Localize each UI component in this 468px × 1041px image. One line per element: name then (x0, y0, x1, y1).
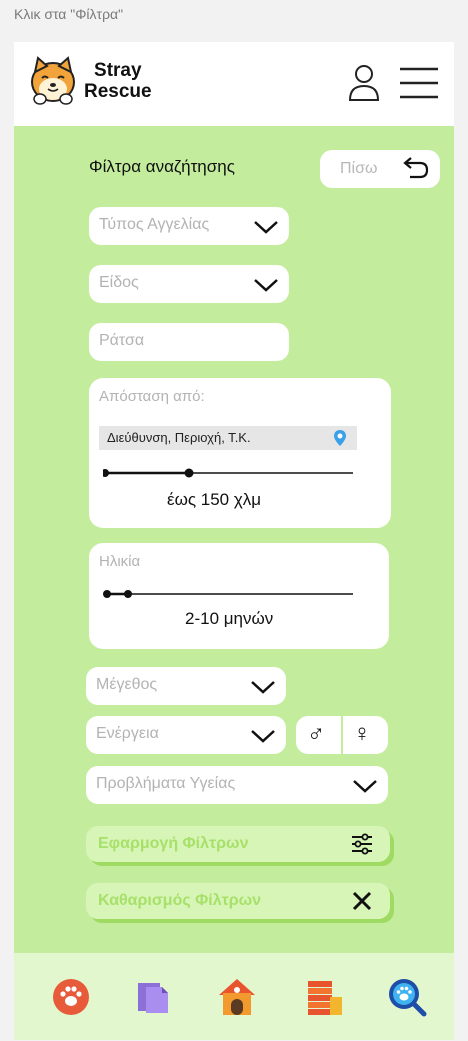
hamburger-menu-icon[interactable] (398, 66, 440, 100)
energy-placeholder: Ενέργεια (96, 725, 159, 742)
energy-select[interactable]: Ενέργεια (86, 716, 286, 754)
clear-filters-label: Καθαρισμός Φίλτρων (98, 892, 262, 909)
address-placeholder: Διεύθυνση, Περιοχή, Τ.Κ. (107, 430, 251, 445)
paw-icon[interactable] (51, 977, 91, 1017)
distance-card: Απόσταση από: Διεύθυνση, Περιοχή, Τ.Κ. έ… (89, 378, 391, 528)
app-header: Stray Rescue (14, 42, 454, 126)
undo-arrow-icon (403, 157, 429, 179)
chevron-down-icon (254, 221, 278, 234)
distance-label: Απόσταση από: (99, 388, 205, 405)
distance-slider-thumb[interactable] (184, 468, 194, 478)
back-label: Πίσω (340, 160, 378, 177)
breed-placeholder: Ράτσα (99, 332, 145, 349)
species-placeholder: Είδος (99, 274, 139, 291)
listing-type-select[interactable]: Τύπος Αγγελίας (89, 207, 289, 245)
size-placeholder: Μέγεθος (96, 676, 158, 693)
age-card: Ηλικία 2-10 μηνών (89, 543, 389, 649)
gender-toggle: ♂ ♀ (296, 716, 388, 754)
species-select[interactable]: Είδος (89, 265, 289, 303)
sliders-icon (352, 833, 372, 855)
shiba-dog-logo (31, 56, 75, 105)
size-select[interactable]: Μέγεθος (86, 667, 286, 705)
phone-screen: Stray Rescue Φίλτρα αναζήτησης Πίσω Τύπο… (14, 42, 454, 1040)
listing-type-placeholder: Τύπος Αγγελίας (99, 216, 210, 233)
chevron-down-icon (353, 780, 377, 793)
male-icon[interactable]: ♂ (307, 720, 325, 748)
documents-icon[interactable] (134, 977, 174, 1017)
search-paw-icon[interactable] (387, 977, 427, 1017)
shelter-house-icon[interactable] (217, 977, 257, 1017)
breed-input[interactable]: Ράτσα (89, 323, 289, 361)
age-value: 2-10 μηνών (185, 609, 274, 628)
filters-title: Φίλτρα αναζήτησης (89, 157, 235, 176)
coins-icon[interactable] (304, 977, 344, 1017)
brand-name: Stray Rescue (84, 60, 152, 102)
back-button[interactable]: Πίσω (320, 150, 440, 188)
address-input[interactable]: Διεύθυνση, Περιοχή, Τ.Κ. (99, 426, 357, 450)
distance-value: έως 150 χλμ (167, 490, 262, 509)
brand-line-2: Rescue (84, 81, 152, 102)
chevron-down-icon (251, 681, 275, 694)
location-pin-icon (334, 430, 346, 446)
apply-filters-label: Εφαρμογή Φίλτρων (98, 835, 249, 852)
gender-divider (341, 716, 343, 754)
health-select[interactable]: Προβλήματα Υγείας (86, 766, 388, 804)
screen-caption: Κλικ στα "Φίλτρα" (14, 6, 124, 22)
apply-filters-button[interactable]: Εφαρμογή Φίλτρων (86, 826, 390, 862)
age-slider-min-thumb[interactable] (103, 590, 111, 598)
health-placeholder: Προβλήματα Υγείας (96, 775, 236, 792)
user-icon[interactable] (348, 64, 380, 102)
close-icon (352, 891, 372, 911)
chevron-down-icon (254, 279, 278, 292)
bottom-nav (14, 953, 454, 1040)
age-slider-max-thumb[interactable] (124, 590, 132, 598)
female-icon[interactable]: ♀ (353, 720, 371, 748)
clear-filters-button[interactable]: Καθαρισμός Φίλτρων (86, 883, 390, 919)
distance-slider-start (103, 469, 109, 477)
brand-line-1: Stray (94, 60, 142, 81)
age-label: Ηλικία (99, 553, 141, 570)
chevron-down-icon (251, 730, 275, 743)
